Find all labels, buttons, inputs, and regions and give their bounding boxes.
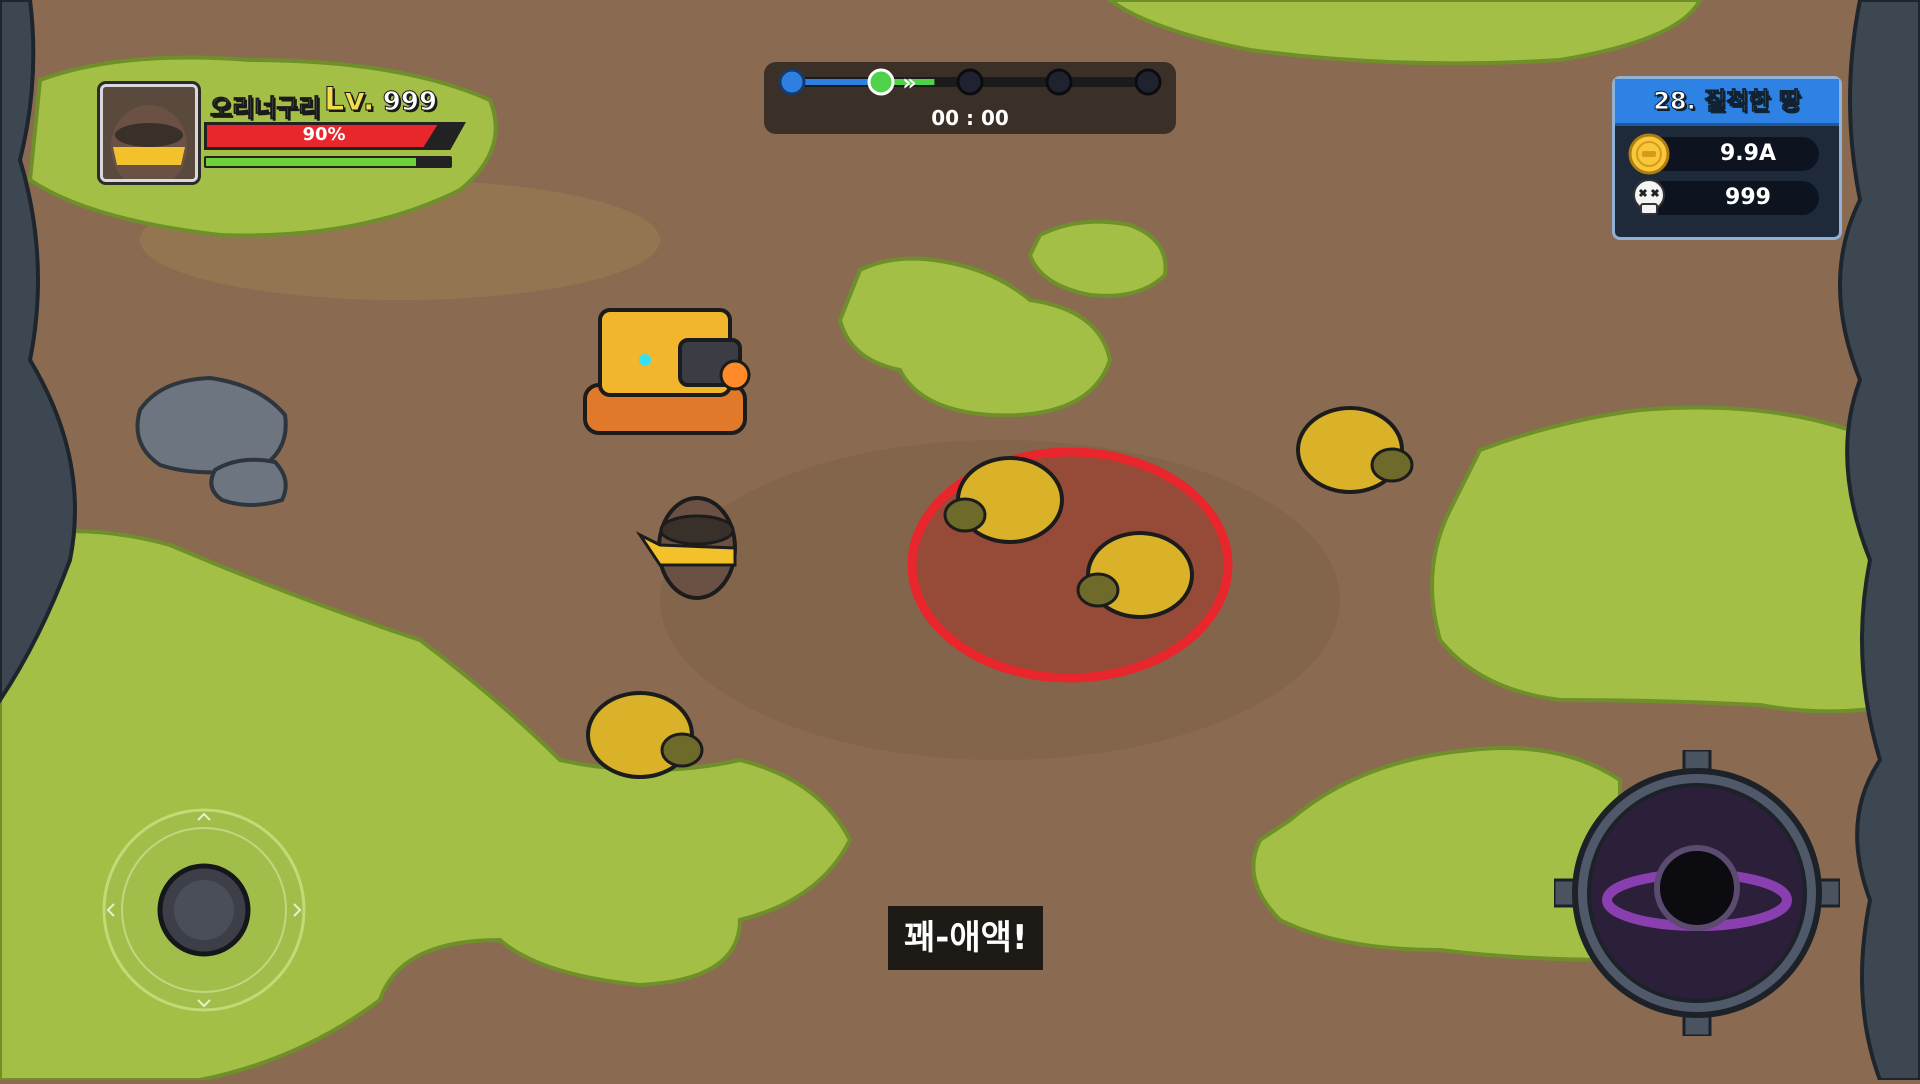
wave-node <box>1045 68 1073 96</box>
wave-node <box>778 68 806 96</box>
hp-text: 90% <box>302 124 346 145</box>
player-portrait <box>100 84 198 182</box>
skull-icon <box>1633 179 1665 215</box>
dialogue-box: 꽤-애액! <box>888 906 1044 970</box>
gold-coin-icon <box>1628 133 1670 175</box>
wave-timer: 00 : 00 <box>931 106 1009 130</box>
wave-advance-arrow-icon: » <box>902 71 916 96</box>
wave-progress-panel: » 00 : 00 <box>764 62 1176 134</box>
level-value: 999 <box>382 87 438 118</box>
stage-panel: 28. 질척한 땅 9.9A 999 <box>1612 76 1842 240</box>
tank-turret <box>583 308 751 435</box>
gold-counter: 9.9A <box>1628 133 1819 175</box>
black-hole-skill-icon[interactable] <box>1554 750 1840 1036</box>
xp-bar <box>204 156 452 168</box>
kills-value: 999 <box>1725 185 1771 210</box>
player-panel: 오리너구리 Lv. 999 90% <box>100 80 500 182</box>
wave-node <box>1134 68 1162 96</box>
gold-value: 9.9A <box>1720 141 1776 166</box>
virtual-joystick[interactable] <box>100 806 308 1014</box>
kill-counter: 999 <box>1633 179 1819 215</box>
level-label: Lv. <box>324 80 376 119</box>
wave-node <box>867 68 895 96</box>
xp-bar-fill <box>206 158 416 166</box>
wave-progress-track: » <box>778 68 1162 96</box>
player-name: 오리너구리 <box>209 94 321 123</box>
wave-node <box>956 68 984 96</box>
player-level: Lv. 999 <box>324 80 438 119</box>
platypus-avatar-icon <box>103 87 195 179</box>
stage-title: 28. 질척한 땅 <box>1615 79 1839 126</box>
